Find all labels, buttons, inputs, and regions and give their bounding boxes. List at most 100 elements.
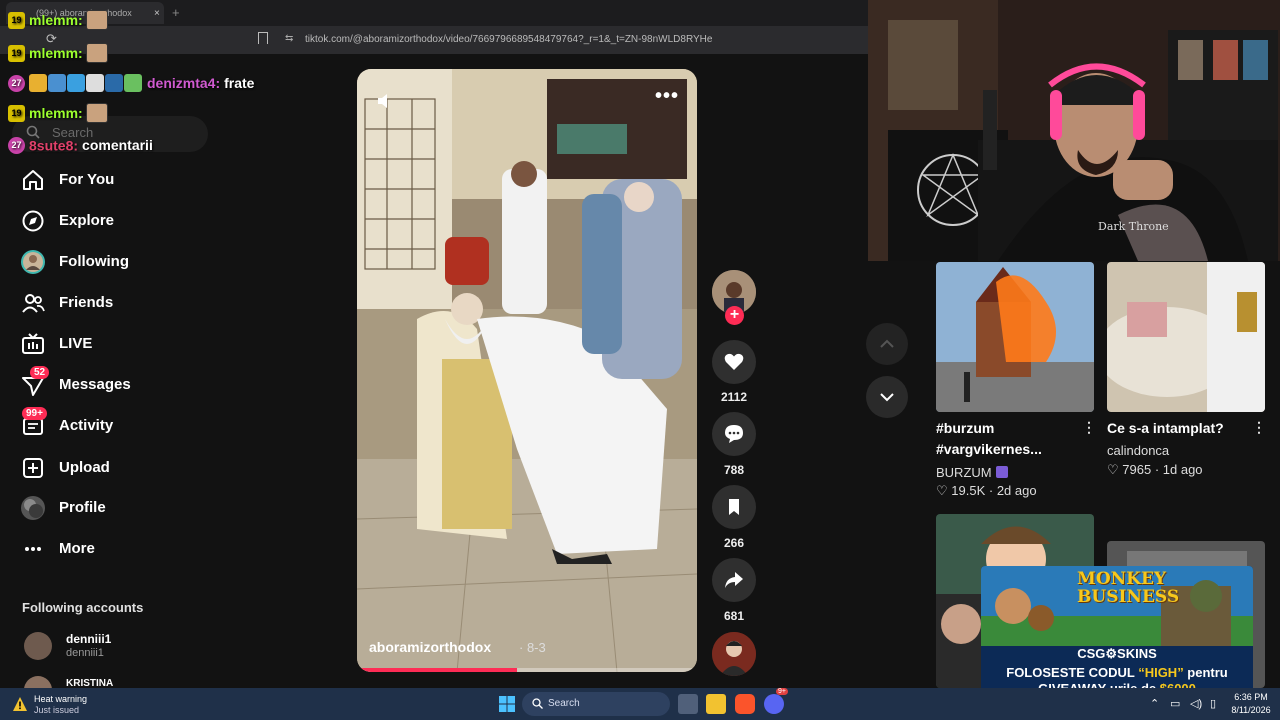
messages-badge: 52 xyxy=(30,366,50,379)
video-player[interactable]: ••• aboramizorthodox · 8-3 xyxy=(357,69,697,672)
nav-messages[interactable]: 52 Messages xyxy=(18,366,218,402)
emote-icon xyxy=(29,74,47,93)
account-item[interactable]: denniii1 denniii1 xyxy=(22,630,222,666)
volume-icon[interactable] xyxy=(375,91,395,111)
comment-button[interactable] xyxy=(712,412,756,456)
taskbar-search[interactable]: Search xyxy=(522,692,670,716)
tab-close-icon[interactable]: × xyxy=(154,8,160,19)
like-count: 2112 xyxy=(720,390,748,404)
sound-disc[interactable] xyxy=(712,632,756,676)
brave-browser-icon[interactable] xyxy=(735,694,755,714)
account-name: KRISTINA xyxy=(66,678,114,688)
upload-icon xyxy=(23,458,43,478)
network-icon[interactable]: ▭ xyxy=(1170,697,1180,710)
age: 1d ago xyxy=(1162,462,1203,477)
heart-outline-icon: ♡ xyxy=(936,483,952,498)
suggested-title[interactable]: #burzum #vargvikernes... xyxy=(936,418,1066,460)
sub-badge: 19 xyxy=(8,104,25,122)
nav-following[interactable]: Following xyxy=(18,245,218,279)
site-info-icon[interactable]: ⇆ xyxy=(285,33,293,44)
nav-friends[interactable]: Friends xyxy=(18,286,218,320)
nav-explore[interactable]: Explore xyxy=(18,204,218,238)
webcam-feed: Dark Throne xyxy=(868,0,1280,261)
avatar xyxy=(24,676,52,688)
verified-icon xyxy=(995,466,1008,478)
nav-label: Following xyxy=(59,253,129,270)
following-accounts-header: Following accounts xyxy=(22,600,144,615)
suggested-thumb[interactable] xyxy=(1107,262,1265,412)
next-video-button[interactable] xyxy=(866,376,908,418)
bookmark-icon[interactable] xyxy=(258,32,268,44)
url-text[interactable]: tiktok.com/@aboramizorthodox/video/76697… xyxy=(305,34,712,45)
chat-user: denizmta4: xyxy=(147,75,221,92)
chat-message: 27 8sute8: comentarii xyxy=(8,136,153,158)
follow-plus-button[interactable]: + xyxy=(725,306,744,325)
video-progress-bar[interactable] xyxy=(357,668,697,672)
nav-label: Activity xyxy=(59,417,114,434)
chat-message: 27 denizmta4: frate xyxy=(8,74,254,96)
new-tab-button[interactable]: + xyxy=(172,5,180,20)
more-dots-icon xyxy=(25,547,41,551)
save-button[interactable] xyxy=(712,485,756,529)
suggested-thumb[interactable] xyxy=(936,262,1094,412)
activity-badge: 99+ xyxy=(22,407,47,420)
nav-upload[interactable]: Upload xyxy=(18,451,218,485)
account-item[interactable]: KRISTINA xyxy=(22,674,222,688)
browser-tab-bar: (99+) aboramizorthodox × + xyxy=(0,0,868,26)
comment-count: 788 xyxy=(723,463,745,477)
account-handle: denniii1 xyxy=(66,647,104,659)
video-author[interactable]: aboramizorthodox xyxy=(369,639,491,655)
emote-face-icon xyxy=(85,10,108,30)
likes: 7965 xyxy=(1122,462,1152,477)
video-frame-image xyxy=(357,69,697,672)
chat-text: comentarii xyxy=(82,137,153,154)
nav-label: Explore xyxy=(59,212,115,229)
card-more-icon[interactable]: ⋮ xyxy=(1252,419,1266,436)
file-explorer-icon[interactable] xyxy=(706,694,726,714)
chat-user: mlemm: xyxy=(29,12,83,28)
friends-icon xyxy=(22,294,45,313)
chevron-down-icon xyxy=(880,393,894,402)
sponsor-brand: CSG⚙SKINS xyxy=(1077,646,1157,661)
chat-user: mlemm: xyxy=(29,105,83,121)
warning-icon[interactable] xyxy=(12,696,28,712)
clock-date[interactable]: 8/11/2026 xyxy=(1226,705,1276,715)
volume-tray-icon[interactable]: ◁) xyxy=(1190,697,1202,710)
save-count: 266 xyxy=(723,536,745,550)
windows-start-icon[interactable] xyxy=(498,695,516,713)
nav-profile[interactable]: Profile xyxy=(18,491,218,525)
chat-message: 19 mlemm: xyxy=(8,103,108,125)
home-icon xyxy=(23,170,43,190)
like-button[interactable] xyxy=(712,340,756,384)
live-tv-icon xyxy=(22,333,44,354)
avatar xyxy=(24,632,52,660)
suggested-meta: ♡ 19.5K · 2d ago xyxy=(936,483,1037,498)
profile-avatar-icon xyxy=(21,496,45,520)
following-avatar-icon xyxy=(21,250,45,274)
weather-warning-title[interactable]: Heat warning xyxy=(34,694,87,704)
bookmark-icon xyxy=(729,499,739,515)
battery-icon[interactable]: ▯ xyxy=(1210,697,1216,710)
share-button[interactable] xyxy=(712,558,756,602)
task-view-icon[interactable] xyxy=(678,694,698,714)
discord-icon[interactable]: 9+ xyxy=(764,688,788,714)
nav-activity[interactable]: 99+ Activity xyxy=(18,407,218,443)
weather-warning-sub: Just issued xyxy=(34,705,80,715)
nav-for-you[interactable]: For You xyxy=(18,163,218,197)
clock-time[interactable]: 6:36 PM xyxy=(1226,692,1276,702)
nav-live[interactable]: LIVE xyxy=(18,327,218,361)
suggested-author[interactable]: calindonca xyxy=(1107,443,1169,458)
chat-message: 19 mlemm: xyxy=(8,10,108,32)
tray-chevron-icon[interactable]: ⌃ xyxy=(1150,697,1159,710)
video-date: · 8-3 xyxy=(519,640,546,655)
card-more-icon[interactable]: ⋮ xyxy=(1082,419,1096,436)
previous-video-button[interactable] xyxy=(866,323,908,365)
nav-more[interactable]: More xyxy=(18,532,218,566)
suggested-title[interactable]: Ce s-a intamplat? xyxy=(1107,418,1247,439)
emote-icon xyxy=(86,74,104,93)
heart-icon xyxy=(724,353,744,370)
account-name: denniii1 xyxy=(66,632,112,646)
suggested-author[interactable]: BURZUM xyxy=(936,465,1008,480)
sponsor-banner: MONKEY BUSINESS CSG⚙SKINS FOLOSESTE CODUL… xyxy=(981,566,1253,700)
video-more-icon[interactable]: ••• xyxy=(655,85,679,108)
